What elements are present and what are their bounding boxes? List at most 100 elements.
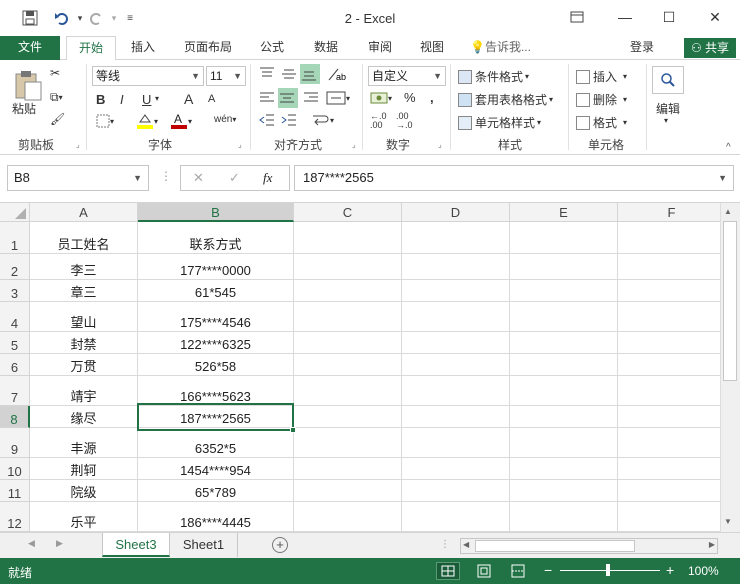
empty-cell[interactable] (618, 428, 720, 458)
enter-icon[interactable]: ✓ (229, 170, 240, 186)
row-header[interactable]: 4 (0, 302, 30, 332)
cell-a7[interactable]: 靖宇 (30, 376, 138, 406)
row-header[interactable]: 2 (0, 254, 30, 280)
empty-cell[interactable] (618, 502, 720, 532)
page-layout-view-icon[interactable] (476, 563, 492, 582)
empty-cell[interactable] (294, 254, 402, 280)
empty-cell[interactable] (294, 376, 402, 406)
zoom-in-button[interactable]: + (666, 562, 674, 578)
cell-b4[interactable]: 175****4546 (138, 302, 294, 332)
editing-button[interactable]: 编辑 (656, 100, 680, 117)
cell-a4[interactable]: 望山 (30, 302, 138, 332)
cancel-icon[interactable]: ✕ (193, 170, 204, 186)
cell-a11[interactable]: 院级 (30, 480, 138, 502)
cell-b3[interactable]: 61*545 (138, 280, 294, 302)
scroll-left-icon[interactable]: ◀ (463, 540, 469, 549)
cell-b5[interactable]: 122****6325 (138, 332, 294, 354)
normal-view-icon[interactable] (436, 562, 460, 580)
column-header-f[interactable]: F (618, 203, 720, 222)
row-header[interactable]: 11 (0, 480, 30, 502)
font-launcher-icon[interactable]: ⌟ (238, 140, 242, 149)
tab-data[interactable]: 数据 (304, 36, 348, 60)
empty-cell[interactable] (402, 458, 510, 480)
horizontal-scrollbar[interactable]: ◀ ▶ (460, 538, 718, 554)
next-sheet-icon[interactable]: ▶ (56, 538, 63, 549)
row-header[interactable]: 6 (0, 354, 30, 376)
empty-cell[interactable] (510, 428, 618, 458)
empty-cell[interactable] (402, 480, 510, 502)
share-button[interactable]: ⚇ 共享 (684, 38, 736, 58)
new-sheet-button[interactable]: + (272, 537, 288, 553)
cell-b9[interactable]: 6352*5 (138, 428, 294, 458)
number-launcher-icon[interactable]: ⌟ (438, 140, 442, 149)
paste-button[interactable]: 粘贴 (12, 100, 36, 117)
select-all-corner[interactable] (0, 203, 30, 222)
empty-cell[interactable] (510, 458, 618, 480)
decrease-decimal-icon[interactable]: .00 →.0 (396, 112, 413, 130)
empty-cell[interactable] (402, 254, 510, 280)
empty-cell[interactable] (510, 354, 618, 376)
name-box[interactable]: B8 ▼ (7, 165, 149, 191)
tab-review[interactable]: 审阅 (358, 36, 402, 60)
zoom-slider-track[interactable] (560, 570, 660, 571)
prev-sheet-icon[interactable]: ◀ (28, 538, 35, 549)
empty-cell[interactable] (294, 222, 402, 254)
borders-icon[interactable]: ▾ (96, 114, 114, 128)
empty-cell[interactable] (402, 406, 510, 428)
increase-indent-icon[interactable] (280, 112, 298, 128)
shrink-font-button[interactable]: A (208, 93, 215, 105)
vertical-scrollbar[interactable]: ▲ ▼ (720, 203, 740, 532)
zoom-level[interactable]: 100% (688, 564, 719, 578)
ribbon-display-icon[interactable] (562, 6, 592, 28)
empty-cell[interactable] (510, 280, 618, 302)
top-align-icon[interactable] (258, 66, 276, 82)
cell-b7[interactable]: 166****5623 (138, 376, 294, 406)
empty-cell[interactable] (618, 222, 720, 254)
insert-function-button[interactable]: fx (263, 170, 272, 186)
merge-center-icon[interactable]: ▾ (326, 90, 350, 106)
decrease-indent-icon[interactable] (258, 112, 276, 128)
scroll-right-icon[interactable]: ▶ (709, 540, 715, 549)
underline-button[interactable]: U (142, 92, 151, 107)
font-name-select[interactable]: 等线 ▼ (92, 66, 204, 86)
bottom-align-icon[interactable] (300, 64, 320, 84)
clipboard-launcher-icon[interactable]: ⌟ (76, 140, 80, 149)
font-size-select[interactable]: 11 ▼ (206, 66, 246, 86)
cell-styles-button[interactable]: 单元格样式 ▾ (458, 114, 541, 131)
orientation-icon[interactable]: ab (326, 66, 346, 82)
phonetic-button[interactable]: wén ▾ (214, 114, 236, 125)
empty-cell[interactable] (510, 302, 618, 332)
align-left-icon[interactable] (258, 90, 276, 106)
empty-cell[interactable] (618, 458, 720, 480)
row-header[interactable]: 5 (0, 332, 30, 354)
bold-button[interactable]: B (96, 92, 105, 107)
empty-cell[interactable] (294, 458, 402, 480)
page-break-view-icon[interactable] (510, 563, 526, 582)
percent-style-icon[interactable]: % (404, 90, 416, 105)
maximize-button[interactable]: ☐ (654, 6, 684, 28)
empty-cell[interactable] (294, 280, 402, 302)
zoom-slider-thumb[interactable] (606, 564, 610, 576)
empty-cell[interactable] (510, 502, 618, 532)
sign-in-link[interactable]: 登录 (624, 36, 660, 60)
cell-b11[interactable]: 65*789 (138, 480, 294, 502)
tab-file[interactable]: 文件 (0, 36, 60, 60)
column-header-e[interactable]: E (510, 203, 618, 222)
empty-cell[interactable] (402, 354, 510, 376)
alignment-launcher-icon[interactable]: ⌟ (352, 140, 356, 149)
grow-font-button[interactable]: A (184, 91, 193, 107)
cell-a12[interactable]: 乐平 (30, 502, 138, 532)
cell-a3[interactable]: 章三 (30, 280, 138, 302)
cell-a2[interactable]: 李三 (30, 254, 138, 280)
empty-cell[interactable] (294, 428, 402, 458)
empty-cell[interactable] (618, 354, 720, 376)
empty-cell[interactable] (402, 376, 510, 406)
increase-decimal-icon[interactable]: ←.0.00 (370, 112, 387, 130)
empty-cell[interactable] (402, 502, 510, 532)
align-right-icon[interactable] (302, 90, 320, 106)
format-painter-icon[interactable]: 🖌 (50, 112, 65, 126)
close-button[interactable]: ✕ (700, 6, 730, 28)
column-header-a[interactable]: A (30, 203, 138, 222)
sheet-tab-sheet1[interactable]: Sheet1 (170, 533, 238, 557)
empty-cell[interactable] (618, 280, 720, 302)
